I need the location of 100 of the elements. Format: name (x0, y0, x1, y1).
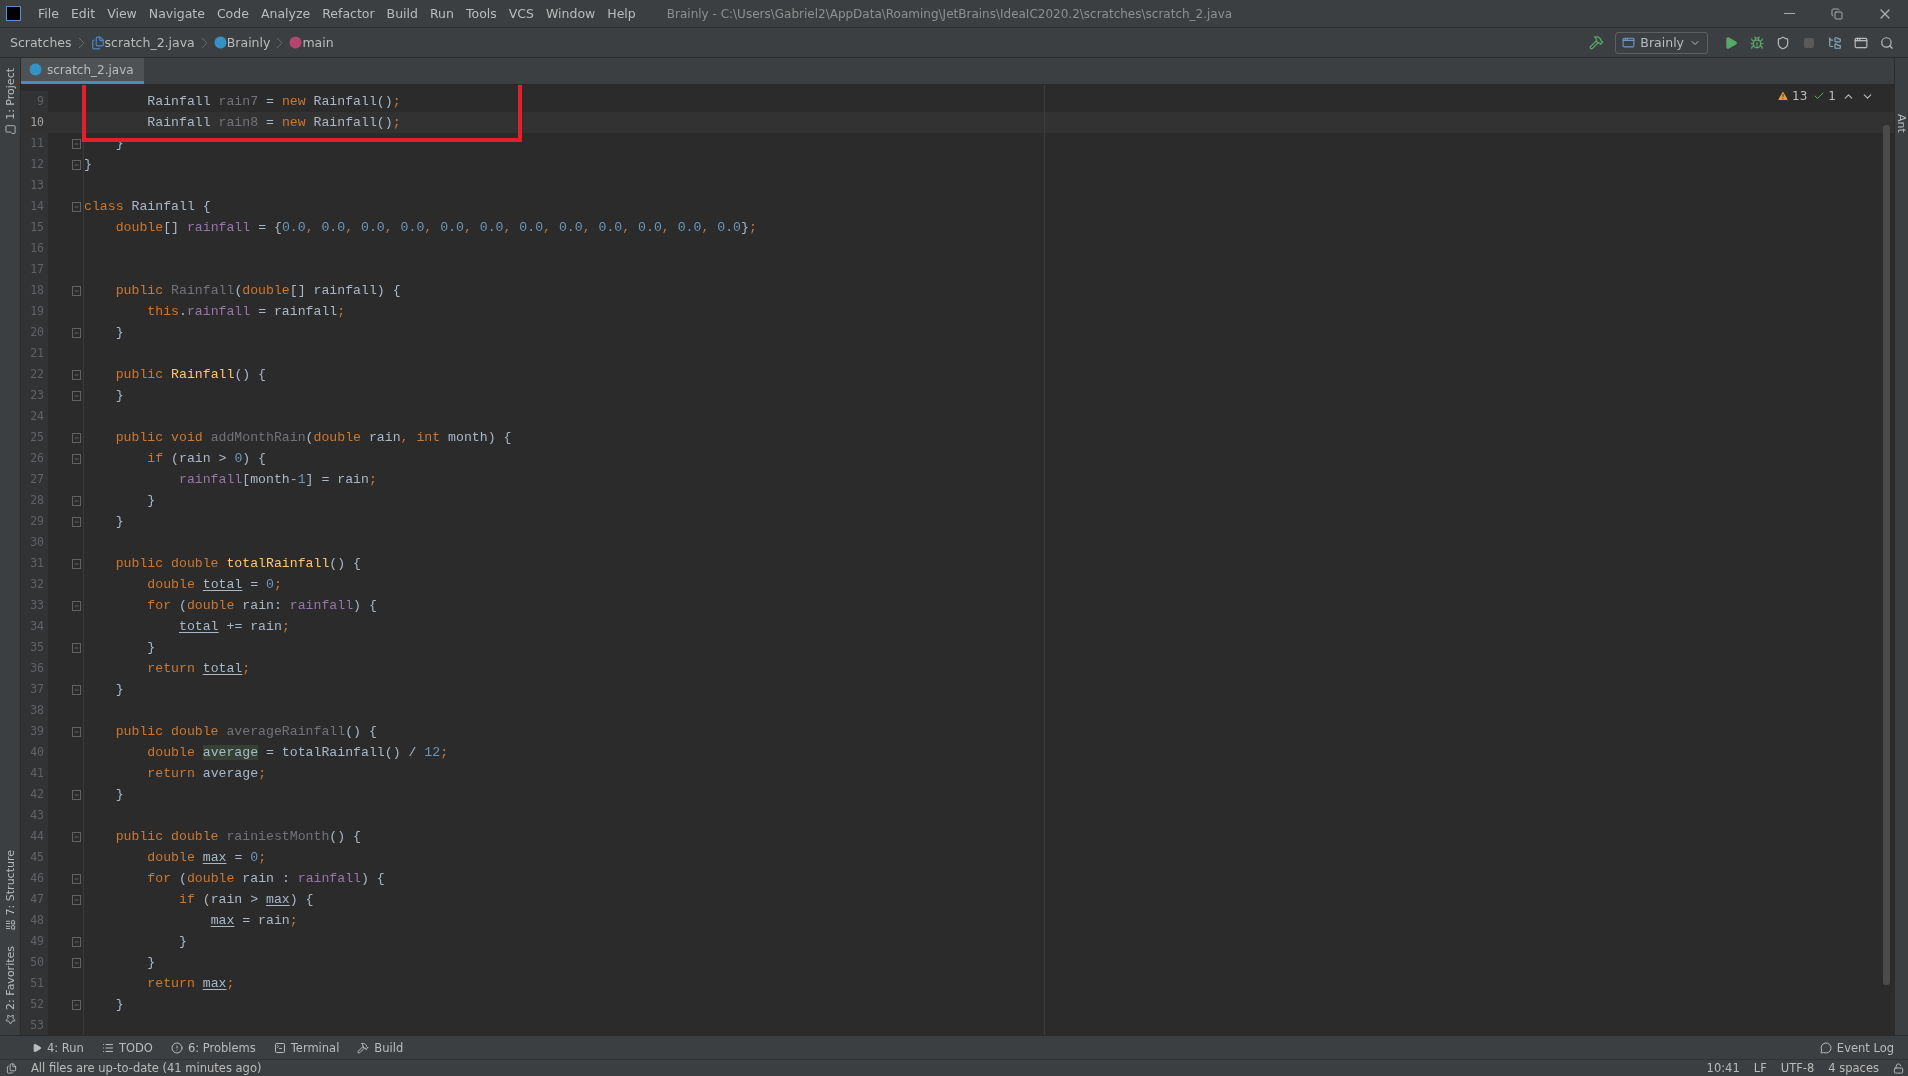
fold-icon[interactable] (72, 831, 81, 842)
code-line: } (177, 934, 187, 949)
menu-item[interactable]: Edit (65, 6, 101, 21)
window-icon (1622, 36, 1636, 49)
fold-icon[interactable] (72, 957, 81, 968)
line-separator[interactable]: LF (1753, 1061, 1767, 1075)
code-line: } (114, 682, 124, 697)
menu-item[interactable]: Build (381, 6, 423, 21)
menu-item[interactable]: Navigate (143, 6, 210, 21)
tool-window-button[interactable]: 2: Favorites (3, 944, 17, 1027)
tool-window-button[interactable]: Ant (1895, 114, 1908, 133)
code-line: return max; (146, 976, 235, 991)
indent-setting[interactable]: 4 spaces (1828, 1061, 1879, 1075)
fold-icon[interactable] (72, 432, 81, 443)
fold-icon[interactable] (72, 558, 81, 569)
code-line: Rainfall rain7 = new Rainfall(); (146, 94, 401, 109)
code-line: public double averageRainfall() { (114, 724, 377, 739)
menu-item[interactable]: VCS (503, 6, 539, 21)
code-line: public double rainiestMonth() { (114, 829, 361, 844)
fold-icon[interactable] (72, 516, 81, 527)
menu-item[interactable]: Code (211, 6, 254, 21)
breadcrumb[interactable]: scratch_2.java (104, 35, 195, 50)
code-line: double[] rainfall = {0.0, 0.0, 0.0, 0.0, 0.0, 0.0, 0.0, 0.0, 0.0, 0.0, 0.0, 0.0}; (114, 220, 757, 235)
menu-item[interactable]: Help (602, 6, 641, 21)
code-line: } (146, 493, 156, 508)
fold-icon[interactable] (72, 726, 81, 737)
tool-window-button[interactable]: 4: Run (26, 1040, 90, 1055)
code-line: if (rain > 0) { (146, 451, 267, 466)
window-title: Brainly - C:\Users\Gabriel2\AppData\Roaming\JetBrains\IdeaIC2020.2\scratches\scratch_2.java (666, 6, 1234, 21)
fold-icon[interactable] (72, 999, 81, 1010)
code-line: double max = 0; (146, 850, 267, 865)
code-line: double average = totalRainfall() / 12; (146, 745, 449, 760)
fold-icon[interactable] (72, 600, 81, 611)
folder-icon (4, 123, 16, 135)
tool-window-button[interactable]: TODO (95, 1040, 159, 1055)
class-icon (213, 36, 227, 49)
fold-icon[interactable] (72, 453, 81, 464)
chevron-icon (276, 36, 284, 49)
tool-window-button[interactable]: Build (351, 1040, 410, 1055)
scrollbar[interactable] (1883, 125, 1890, 985)
code-line: for (double rain: rainfall) { (146, 598, 377, 613)
breadcrumb[interactable]: Scratches (10, 35, 72, 50)
editor-tab[interactable]: scratch_2.java (21, 58, 144, 84)
status-message: All files are up-to-date (41 minutes ago) (31, 1061, 262, 1075)
event-log-button[interactable]: Event Log (1813, 1040, 1900, 1055)
breadcrumb[interactable]: main (302, 35, 334, 50)
code-line: } (114, 388, 124, 403)
fold-icon[interactable] (72, 201, 81, 212)
file-encoding[interactable]: UTF-8 (1780, 1061, 1815, 1075)
fold-icon[interactable] (72, 369, 81, 380)
menu-item[interactable]: Refactor (317, 6, 380, 21)
caret-position[interactable]: 10:41 (1706, 1061, 1740, 1075)
typo-count[interactable]: 1 (1813, 89, 1836, 103)
code-line: } (114, 787, 124, 802)
file-icon (90, 35, 105, 50)
restore-icon (1831, 7, 1843, 20)
code-line: } (146, 640, 156, 655)
menu-item[interactable]: File (33, 6, 64, 21)
menu-item[interactable]: Tools (460, 6, 502, 21)
code-line: for (double rain : rainfall) { (146, 871, 385, 886)
menu-item[interactable]: View (102, 6, 142, 21)
tool-window-button[interactable]: 1: Project (3, 66, 17, 137)
fold-icon[interactable] (72, 138, 81, 149)
code-line: return average; (146, 766, 267, 781)
list-icon (101, 1041, 114, 1054)
fold-icon[interactable] (72, 684, 81, 695)
code-line: this.rainfall = rainfall; (146, 304, 346, 319)
tool-window-button[interactable]: Terminal (267, 1040, 346, 1055)
chevron-icon (77, 36, 85, 49)
code-line: return total; (146, 661, 251, 676)
run-config-dropdown[interactable]: Brainly (1615, 31, 1708, 54)
breadcrumb[interactable]: Brainly (226, 35, 271, 50)
fold-icon[interactable] (72, 495, 81, 506)
warning-count[interactable]: 13 (1777, 89, 1808, 103)
code-line: public double totalRainfall() { (114, 556, 361, 571)
structure-icon (4, 919, 16, 931)
minimize-icon (1783, 13, 1795, 14)
method-icon (289, 36, 303, 49)
tool-window-button[interactable]: 7: Structure (3, 847, 17, 933)
menu-item[interactable]: Window (541, 6, 601, 21)
panel-icon[interactable] (6, 1062, 17, 1074)
fold-icon[interactable] (72, 327, 81, 338)
code-line: } (84, 157, 92, 172)
fold-icon[interactable] (72, 642, 81, 653)
fold-icon[interactable] (72, 894, 81, 905)
fold-icon[interactable] (72, 789, 81, 800)
code-line: public Rainfall() { (114, 367, 267, 382)
lock-icon[interactable] (1893, 1062, 1904, 1074)
code-line: double total = 0; (146, 577, 282, 592)
fold-icon[interactable] (72, 285, 81, 296)
warning-icon (1777, 90, 1790, 102)
menu-item[interactable]: Run (425, 6, 459, 21)
menu-item[interactable]: Analyze (255, 6, 316, 21)
fold-icon[interactable] (72, 873, 81, 884)
fold-icon[interactable] (72, 936, 81, 947)
tool-window-button[interactable]: 6: Problems (164, 1040, 262, 1055)
fold-icon[interactable] (72, 390, 81, 401)
fold-icon[interactable] (72, 159, 81, 170)
speech-bubble-icon (1819, 1041, 1832, 1054)
code-line: class Rainfall { (84, 199, 211, 214)
